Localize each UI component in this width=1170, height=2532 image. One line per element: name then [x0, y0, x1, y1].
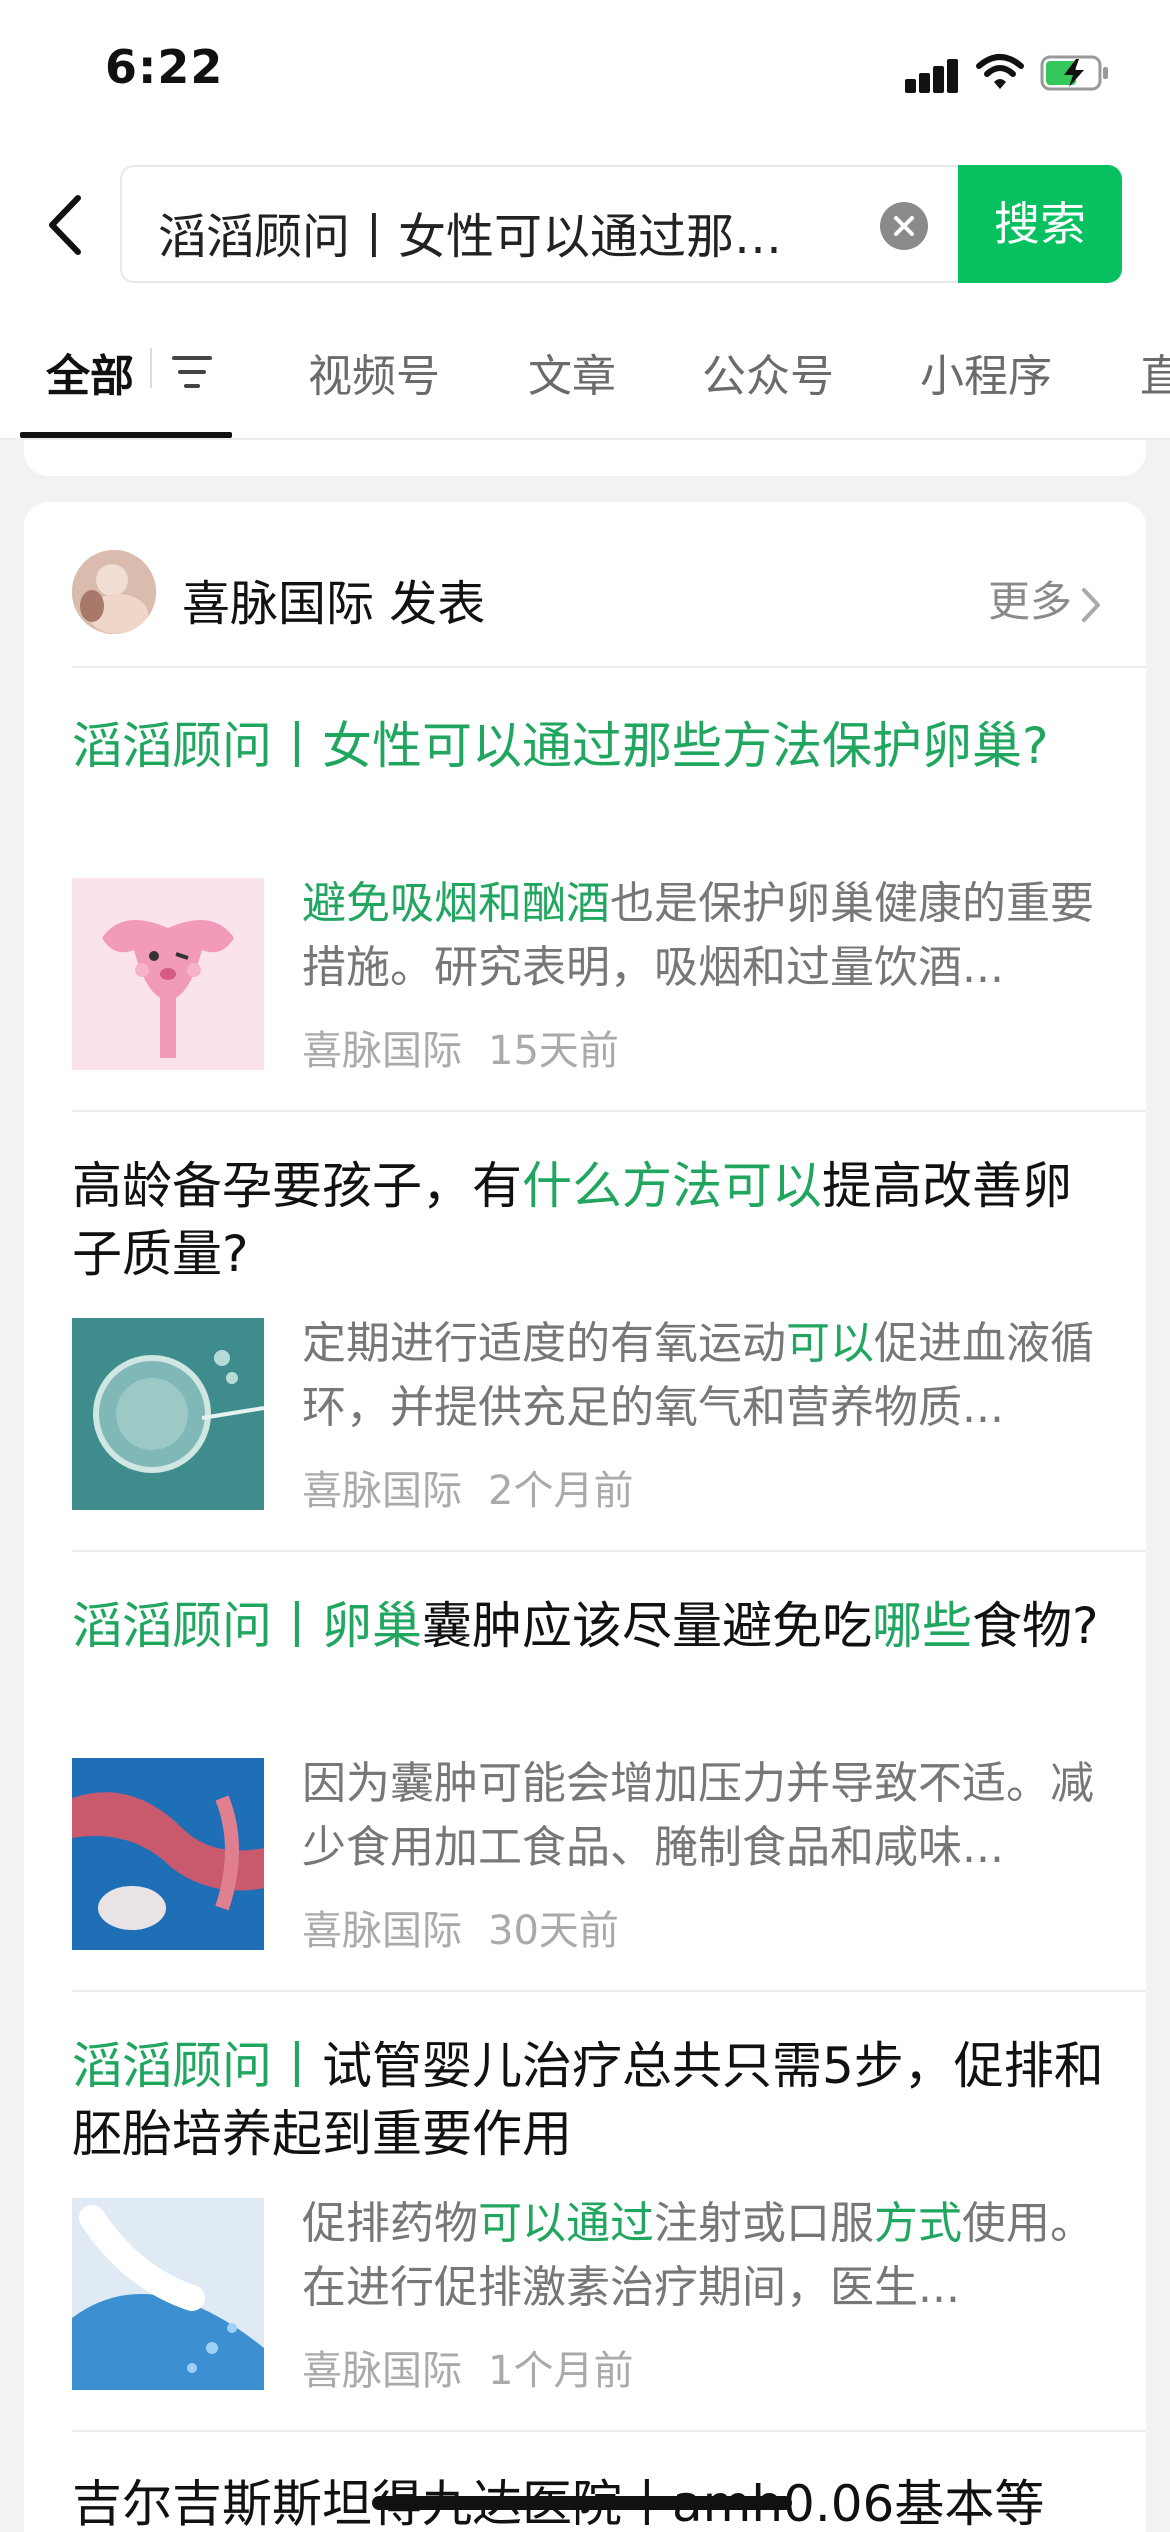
battery-charging-icon: [1040, 55, 1108, 91]
search-query-text[interactable]: 滔滔顾问丨女性可以通过那…: [158, 197, 848, 267]
card-divider: [72, 2430, 1146, 2432]
status-time: 6:22: [105, 40, 224, 94]
article-item[interactable]: 滔滔顾问丨试管婴儿治疗总共只需5步，促排和胚胎培养起到重要作用 促排药物可以通过…: [72, 2032, 1122, 2422]
more-label: 更多: [987, 577, 1072, 626]
highlighted-text: 可以通过: [478, 2198, 654, 2249]
tab-official-accounts[interactable]: 公众号: [702, 340, 834, 404]
article-meta: 喜脉国际 1个月前: [302, 2338, 633, 2396]
tab-channels[interactable]: 视频号: [308, 340, 440, 404]
search-results-screen: 6:22 滔滔顾问丨女性可以通过那… 搜索 全部 视频号 文章 公众号 小程序 …: [0, 0, 1170, 2532]
article-meta: 喜脉国际 2个月前: [302, 1458, 633, 1516]
text-segment: 高龄备孕要孩子，有: [72, 1157, 522, 1215]
article-title[interactable]: 滔滔顾问丨女性可以通过那些方法保护卵巢?: [72, 712, 1112, 780]
text-segment: 注射或口服: [654, 2198, 874, 2249]
card-divider: [72, 666, 1146, 668]
highlighted-text: 什么方法可以: [522, 1157, 822, 1215]
article-source: 喜脉国际: [302, 1468, 462, 1514]
article-thumbnail: [72, 1758, 264, 1950]
article-item[interactable]: 滔滔顾问丨卵巢囊肿应该尽量避免吃哪些食物? 因为囊肿可能会增加压力并导致不适。减…: [72, 1592, 1122, 1982]
article-snippet: 促排药物可以通过注射或口服方式使用。在进行促排激素治疗期间，医生...: [302, 2192, 1102, 2320]
more-link[interactable]: 更多: [988, 568, 1102, 629]
article-title[interactable]: 滔滔顾问丨卵巢囊肿应该尽量避免吃哪些食物?: [72, 1592, 1112, 1660]
card-divider: [72, 1990, 1146, 1992]
tab-divider: [150, 348, 152, 388]
article-time: 2个月前: [488, 1468, 634, 1514]
article-source: 喜脉国际: [302, 1028, 462, 1074]
article-thumbnail: [72, 878, 264, 1070]
tab-mini-programs[interactable]: 小程序: [920, 340, 1052, 404]
publisher-header[interactable]: 喜脉国际 发表 更多: [72, 550, 1102, 640]
text-segment: 因为囊肿可能会增加压力并导致不适。减少食用加工食品、腌制食品和咸味...: [302, 1758, 1094, 1873]
article-time: 30天前: [488, 1908, 619, 1954]
previous-result-card: [24, 440, 1146, 476]
text-segment: 食物?: [972, 1597, 1099, 1655]
search-button[interactable]: 搜索: [958, 165, 1122, 283]
article-item[interactable]: 滔滔顾问丨女性可以通过那些方法保护卵巢? 避免吸烟和酗酒也是保护卵巢健康的重要措…: [72, 712, 1122, 1102]
card-divider: [72, 1110, 1146, 1112]
article-item[interactable]: 高龄备孕要孩子，有什么方法可以提高改善卵子质量? 定期进行适度的有氧运动可以促进…: [72, 1152, 1122, 1542]
highlighted-text: 滔滔顾问丨: [72, 2037, 322, 2095]
article-meta: 喜脉国际 15天前: [302, 1018, 619, 1076]
chevron-right-icon: [1082, 587, 1100, 622]
filter-icon[interactable]: [170, 352, 214, 392]
article-source: 喜脉国际: [302, 1908, 462, 1954]
highlighted-text: 避免吸烟和酗酒: [302, 878, 610, 929]
article-source: 喜脉国际: [302, 2348, 462, 2394]
clear-icon[interactable]: [880, 202, 928, 250]
card-divider: [72, 1550, 1146, 1552]
result-tabs: 全部 视频号 文章 公众号 小程序 直: [0, 320, 1170, 440]
highlighted-text: 方式: [874, 2198, 962, 2249]
article-title[interactable]: 滔滔顾问丨试管婴儿治疗总共只需5步，促排和胚胎培养起到重要作用: [72, 2032, 1112, 2168]
publisher-articles-card: 喜脉国际 发表 更多 滔滔顾问丨女性可以通过那些方法保护卵巢? 避免吸烟和酗酒也…: [24, 502, 1146, 2532]
status-bar: 6:22: [0, 0, 1170, 150]
search-input[interactable]: 滔滔顾问丨女性可以通过那…: [120, 165, 960, 283]
article-thumbnail: [72, 2198, 264, 2390]
article-time: 1个月前: [488, 2348, 634, 2394]
cellular-signal-icon: [905, 57, 959, 93]
wifi-icon: [976, 54, 1024, 89]
highlighted-text: 哪些: [872, 1597, 972, 1655]
article-snippet: 定期进行适度的有氧运动可以促进血液循环，并提供充足的氧气和营养物质...: [302, 1312, 1102, 1440]
text-segment: 囊肿应该尽量避免吃: [422, 1597, 872, 1655]
publisher-name: 喜脉国际 发表: [182, 576, 486, 632]
text-segment: 促排药物: [302, 2198, 478, 2249]
highlighted-text: 滔滔顾问丨卵巢: [72, 1597, 422, 1655]
highlighted-text: 滔滔顾问丨女性可以通过那些方法保护卵巢?: [72, 717, 1049, 775]
tab-live[interactable]: 直: [1140, 340, 1170, 404]
article-snippet: 因为囊肿可能会增加压力并导致不适。减少食用加工食品、腌制食品和咸味...: [302, 1752, 1102, 1880]
article-meta: 喜脉国际 30天前: [302, 1898, 619, 1956]
tab-articles[interactable]: 文章: [528, 340, 616, 404]
text-segment: 定期进行适度的有氧运动: [302, 1318, 786, 1369]
tab-all[interactable]: 全部: [46, 340, 134, 404]
highlighted-text: 可以: [786, 1318, 874, 1369]
home-indicator: [372, 2496, 792, 2510]
back-chevron-icon[interactable]: [38, 190, 98, 260]
article-time: 15天前: [488, 1028, 619, 1074]
publisher-avatar[interactable]: [72, 550, 156, 634]
article-title[interactable]: 高龄备孕要孩子，有什么方法可以提高改善卵子质量?: [72, 1152, 1112, 1288]
article-snippet: 避免吸烟和酗酒也是保护卵巢健康的重要措施。研究表明，吸烟和过量饮酒...: [302, 872, 1102, 1000]
article-thumbnail: [72, 1318, 264, 1510]
